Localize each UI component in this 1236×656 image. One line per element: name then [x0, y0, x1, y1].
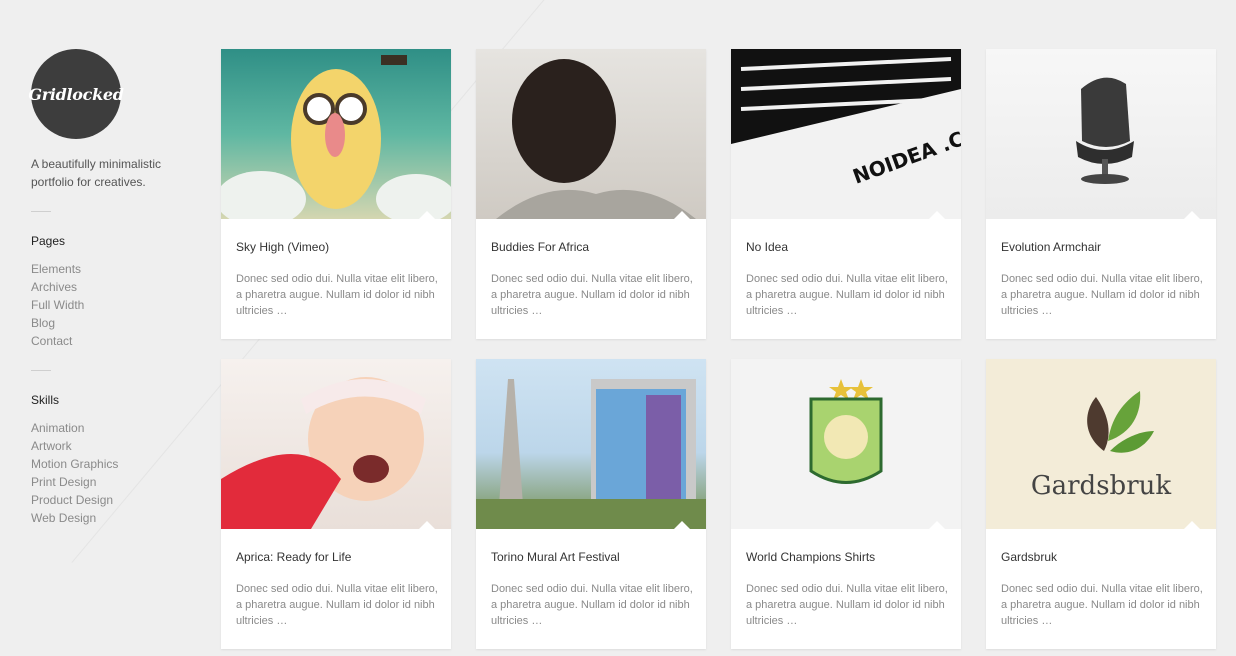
nav-link-full-width[interactable]: Full Width	[31, 296, 191, 314]
skills-title: Skills	[31, 393, 60, 407]
divider	[31, 211, 51, 212]
card-excerpt: Donec sed odio dui. Nulla vitae elit lib…	[1001, 583, 1203, 627]
portfolio-card-buddies-for-africa[interactable]: Buddies For Africa Donec sed odio dui. N…	[476, 49, 706, 339]
skill-link-web-design[interactable]: Web Design	[31, 509, 191, 527]
card-title[interactable]: Aprica: Ready for Life	[236, 550, 351, 564]
portfolio-card-aprica[interactable]: Aprica: Ready for Life Donec sed odio du…	[221, 359, 451, 649]
portfolio-card-torino-mural[interactable]: Torino Mural Art Festival Donec sed odio…	[476, 359, 706, 649]
noidea-text: NOIDEA .CO.UK	[850, 107, 961, 189]
gardsbruk-leaves	[1087, 391, 1154, 453]
skill-link-animation[interactable]: Animation	[31, 419, 191, 437]
thumbnail-world-champions-shirts[interactable]	[731, 359, 961, 529]
sky-high-illustration	[221, 55, 451, 219]
portfolio-card-no-idea[interactable]: NOIDEA .CO.UK No Idea Donec sed odio dui…	[731, 49, 961, 339]
card-excerpt: Donec sed odio dui. Nulla vitae elit lib…	[491, 273, 693, 317]
skills-nav: Animation Artwork Motion Graphics Print …	[31, 419, 191, 527]
card-title[interactable]: Evolution Armchair	[1001, 240, 1101, 254]
skill-link-artwork[interactable]: Artwork	[31, 437, 191, 455]
thumbnail-evolution-armchair[interactable]	[986, 49, 1216, 219]
card-title[interactable]: Torino Mural Art Festival	[491, 550, 620, 564]
pages-nav: Elements Archives Full Width Blog Contac…	[31, 260, 191, 350]
card-title[interactable]: World Champions Shirts	[746, 550, 875, 564]
thumbnail-sky-high[interactable]	[221, 49, 451, 219]
card-title[interactable]: No Idea	[746, 240, 788, 254]
child-headband-photo	[221, 377, 426, 529]
card-excerpt: Donec sed odio dui. Nulla vitae elit lib…	[236, 583, 438, 627]
thumbnail-torino-mural[interactable]	[476, 359, 706, 529]
nav-link-archives[interactable]: Archives	[31, 278, 191, 296]
divider	[31, 370, 51, 371]
portfolio-card-gardsbruk[interactable]: Gardsbruk Gardsbruk Donec sed odio dui. …	[986, 359, 1216, 649]
torino-mural-photo	[476, 379, 706, 529]
gardsbruk-logo-text: Gardsbruk	[1030, 471, 1172, 501]
thumbnail-aprica[interactable]	[221, 359, 451, 529]
card-excerpt: Donec sed odio dui. Nulla vitae elit lib…	[746, 273, 948, 317]
skill-link-print-design[interactable]: Print Design	[31, 473, 191, 491]
card-excerpt: Donec sed odio dui. Nulla vitae elit lib…	[1001, 273, 1203, 317]
portfolio-card-world-champions-shirts[interactable]: World Champions Shirts Donec sed odio du…	[731, 359, 961, 649]
thumbnail-no-idea[interactable]: NOIDEA .CO.UK	[731, 49, 961, 219]
armchair-photo	[1076, 77, 1134, 184]
skill-link-product-design[interactable]: Product Design	[31, 491, 191, 509]
nav-link-blog[interactable]: Blog	[31, 314, 191, 332]
no-idea-graphic: NOIDEA .CO.UK	[731, 49, 961, 189]
pages-title: Pages	[31, 234, 66, 248]
card-excerpt: Donec sed odio dui. Nulla vitae elit lib…	[236, 273, 438, 317]
card-title[interactable]: Sky High (Vimeo)	[236, 240, 329, 254]
tagline: A beautifully minimalistic portfolio for…	[31, 157, 162, 189]
portfolio-card-sky-high[interactable]: Sky High (Vimeo) Donec sed odio dui. Nul…	[221, 49, 451, 339]
crest-graphic	[809, 379, 883, 484]
card-title[interactable]: Buddies For Africa	[491, 240, 589, 254]
thumbnail-buddies-for-africa[interactable]	[476, 49, 706, 219]
thumbnail-gardsbruk[interactable]: Gardsbruk	[986, 359, 1216, 529]
nav-link-contact[interactable]: Contact	[31, 332, 191, 350]
card-excerpt: Donec sed odio dui. Nulla vitae elit lib…	[491, 583, 693, 627]
logo-text: Gridlocked	[28, 84, 124, 104]
skill-link-motion-graphics[interactable]: Motion Graphics	[31, 455, 191, 473]
card-excerpt: Donec sed odio dui. Nulla vitae elit lib…	[746, 583, 948, 627]
nav-link-elements[interactable]: Elements	[31, 260, 191, 278]
child-photo	[496, 59, 696, 219]
portfolio-card-evolution-armchair[interactable]: Evolution Armchair Donec sed odio dui. N…	[986, 49, 1216, 339]
logo[interactable]: Gridlocked	[28, 49, 124, 139]
sidebar: Gridlocked A beautifully minimalistic po…	[28, 49, 191, 527]
card-title[interactable]: Gardsbruk	[1001, 550, 1057, 564]
